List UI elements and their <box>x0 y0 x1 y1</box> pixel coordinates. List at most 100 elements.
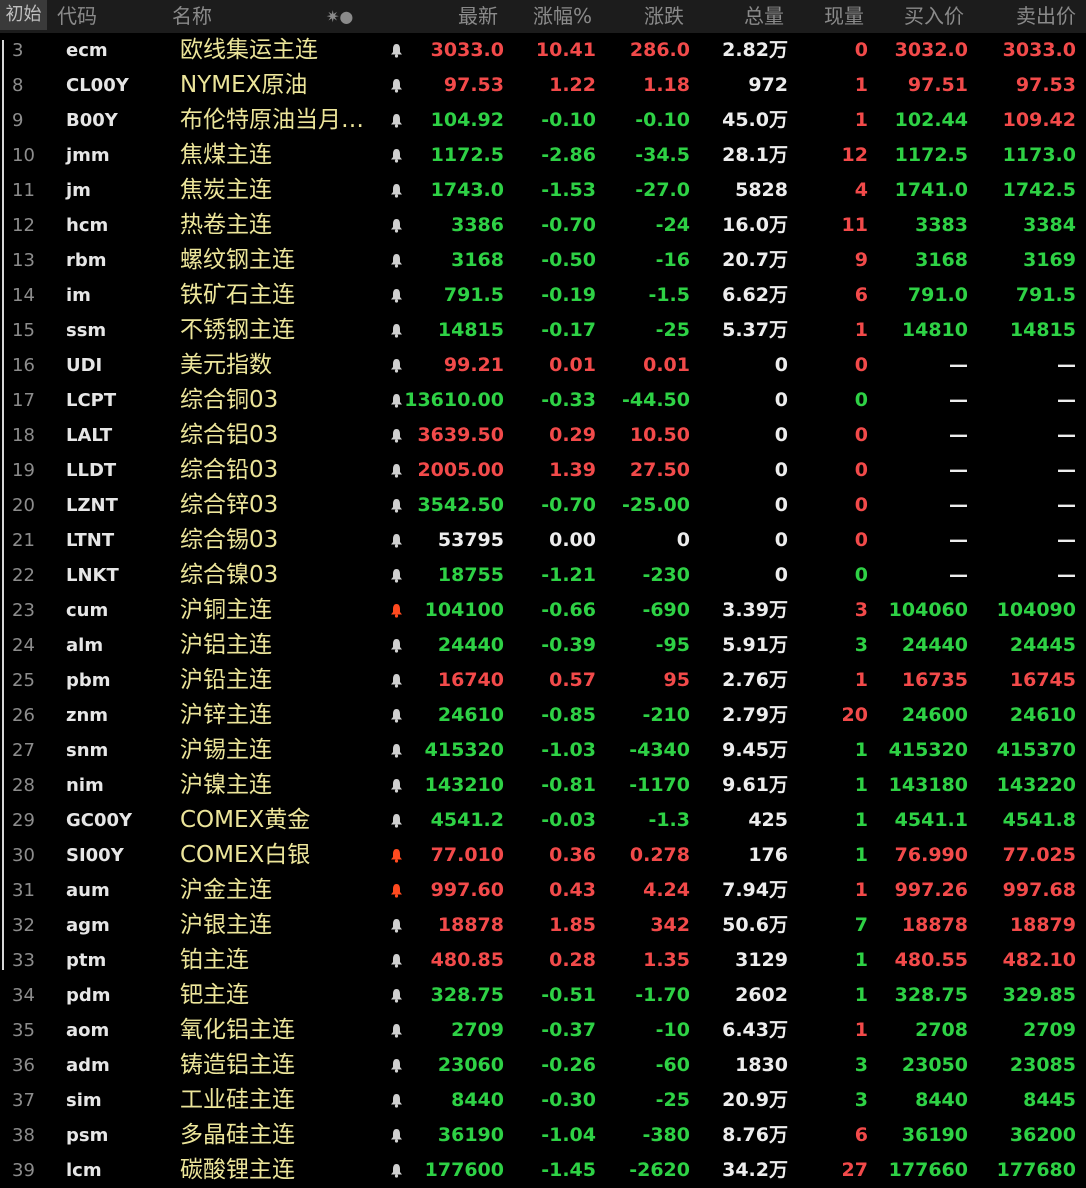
alert-bell-icon[interactable] <box>388 593 404 628</box>
change-percent: 1.85 <box>549 914 596 936</box>
table-row[interactable]: 8 CL00Y NYMEX原油 97.53 1.22 1.18 972 1 97.51 97.53 <box>0 68 1086 103</box>
alert-bell-icon[interactable] <box>388 33 404 68</box>
table-row[interactable]: 36 adm 铸造铝主连 23060 -0.26 -60 1830 3 23050 23085 <box>0 1048 1086 1083</box>
header-cur[interactable]: 现量 <box>790 0 864 33</box>
header-bid[interactable]: 买入价 <box>870 0 964 33</box>
table-row[interactable]: 23 cum 沪铜主连 104100 -0.66 -690 3.39万 3 104060 1040… <box>0 593 1086 628</box>
change-amount: -210 <box>642 704 690 726</box>
alert-bell-icon[interactable] <box>388 103 404 138</box>
table-row[interactable]: 16 UDI 美元指数 99.21 0.01 0.01 0 0 — — <box>0 348 1086 383</box>
symbol-code: agm <box>66 915 110 936</box>
change-amount: -16 <box>655 249 690 271</box>
alert-bell-icon[interactable] <box>388 1013 404 1048</box>
table-row[interactable]: 18 LALT 综合铝03 3639.50 0.29 10.50 0 0 — — <box>0 418 1086 453</box>
alert-bell-icon[interactable] <box>388 313 404 348</box>
alert-bell-icon[interactable] <box>388 733 404 768</box>
table-row[interactable]: 3 ecm 欧线集运主连 3033.0 10.41 286.0 2.82万 0 3032.0 30… <box>0 33 1086 68</box>
header-star-icon[interactable]: ✷● <box>326 0 353 33</box>
alert-bell-icon[interactable] <box>388 838 404 873</box>
alert-bell-icon[interactable] <box>388 978 404 1013</box>
alert-bell-icon[interactable] <box>388 68 404 103</box>
table-row[interactable]: 33 ptm 铂主连 480.85 0.28 1.35 3129 1 480.55 482.10 <box>0 943 1086 978</box>
alert-bell-icon[interactable] <box>388 383 404 418</box>
table-row[interactable]: 38 psm 多晶硅主连 36190 -1.04 -380 8.76万 6 36190 36200 <box>0 1118 1086 1153</box>
row-number: 38 <box>12 1125 35 1146</box>
table-row[interactable]: 9 B00Y 布伦特原油当月… 104.92 -0.10 -0.10 45.0万 1 102.4… <box>0 103 1086 138</box>
header-code[interactable]: 代码 <box>57 0 97 33</box>
total-volume: 0 <box>774 389 788 411</box>
symbol-code: snm <box>66 740 109 761</box>
table-row[interactable]: 10 jmm 焦煤主连 1172.5 -2.86 -34.5 28.1万 12 1172.5 11… <box>0 138 1086 173</box>
table-row[interactable]: 25 pbm 沪铅主连 16740 0.57 95 2.76万 1 16735 16745 <box>0 663 1086 698</box>
ask-price: 1173.0 <box>1002 144 1076 166</box>
table-row[interactable]: 11 jm 焦炭主连 1743.0 -1.53 -27.0 5828 4 1741.0 1742.… <box>0 173 1086 208</box>
table-row[interactable]: 22 LNKT 综合镍03 18755 -1.21 -230 0 0 — — <box>0 558 1086 593</box>
header-ask[interactable]: 卖出价 <box>970 0 1076 33</box>
table-row[interactable]: 37 sim 工业硅主连 8440 -0.30 -25 20.9万 3 8440 8445 <box>0 1083 1086 1118</box>
table-row[interactable]: 14 im 铁矿石主连 791.5 -0.19 -1.5 6.62万 6 791.0 791.5 <box>0 278 1086 313</box>
alert-bell-icon[interactable] <box>388 453 404 488</box>
alert-bell-icon[interactable] <box>388 558 404 593</box>
table-row[interactable]: 19 LLDT 综合铅03 2005.00 1.39 27.50 0 0 — — <box>0 453 1086 488</box>
header-vol[interactable]: 总量 <box>700 0 784 33</box>
table-row[interactable]: 20 LZNT 综合锌03 3542.50 -0.70 -25.00 0 0 — — <box>0 488 1086 523</box>
symbol-code: rbm <box>66 250 107 271</box>
table-row[interactable]: 27 snm 沪锡主连 415320 -1.03 -4340 9.45万 1 415320 415… <box>0 733 1086 768</box>
alert-bell-icon[interactable] <box>388 803 404 838</box>
table-row[interactable]: 15 ssm 不锈钢主连 14815 -0.17 -25 5.37万 1 14810 14815 <box>0 313 1086 348</box>
header-name[interactable]: 名称 <box>172 0 212 33</box>
table-row[interactable]: 12 hcm 热卷主连 3386 -0.70 -24 16.0万 11 3383 3384 <box>0 208 1086 243</box>
alert-bell-icon[interactable] <box>388 663 404 698</box>
alert-bell-icon[interactable] <box>388 908 404 943</box>
row-number: 25 <box>12 670 35 691</box>
alert-bell-icon[interactable] <box>388 243 404 278</box>
table-row[interactable]: 34 pdm 钯主连 328.75 -0.51 -1.70 2602 1 328.75 329.8… <box>0 978 1086 1013</box>
table-row[interactable]: 21 LTNT 综合锡03 53795 0.00 0 0 0 — — <box>0 523 1086 558</box>
header-last[interactable]: 最新 <box>404 0 498 33</box>
change-amount: 1.35 <box>643 949 690 971</box>
alert-bell-icon[interactable] <box>388 523 404 558</box>
table-row[interactable]: 24 alm 沪铝主连 24440 -0.39 -95 5.91万 3 24440 24445 <box>0 628 1086 663</box>
alert-bell-icon[interactable] <box>388 943 404 978</box>
alert-bell-icon[interactable] <box>388 418 404 453</box>
alert-bell-icon[interactable] <box>388 1083 404 1118</box>
table-row[interactable]: 29 GC00Y COMEX黄金 4541.2 -0.03 -1.3 425 1 4541.1 4… <box>0 803 1086 838</box>
table-row[interactable]: 28 nim 沪镍主连 143210 -0.81 -1170 9.61万 1 143180 143… <box>0 768 1086 803</box>
header-chg[interactable]: 涨跌 <box>600 0 684 33</box>
alert-bell-icon[interactable] <box>388 768 404 803</box>
initial-sort-button[interactable]: 初始 <box>0 0 47 30</box>
alert-bell-icon[interactable] <box>388 278 404 313</box>
table-row[interactable]: 35 aom 氧化铝主连 2709 -0.37 -10 6.43万 1 2708 2709 <box>0 1013 1086 1048</box>
last-price: 1743.0 <box>430 179 504 201</box>
alert-bell-icon[interactable] <box>388 628 404 663</box>
alert-bell-icon[interactable] <box>388 1118 404 1153</box>
alert-bell-icon[interactable] <box>388 873 404 908</box>
table-row[interactable]: 17 LCPT 综合铜03 13610.00 -0.33 -44.50 0 0 — — <box>0 383 1086 418</box>
total-volume: 6.62万 <box>722 284 788 306</box>
table-row[interactable]: 26 znm 沪锌主连 24610 -0.85 -210 2.79万 20 24600 24610 <box>0 698 1086 733</box>
alert-bell-icon[interactable] <box>388 698 404 733</box>
change-percent: 1.39 <box>549 459 596 481</box>
change-percent: -0.51 <box>541 984 596 1006</box>
change-percent: -0.30 <box>541 1089 596 1111</box>
total-volume: 20.7万 <box>722 249 788 271</box>
table-row[interactable]: 13 rbm 螺纹钢主连 3168 -0.50 -16 20.7万 9 3168 3169 <box>0 243 1086 278</box>
symbol-code: SI00Y <box>66 845 124 866</box>
table-row[interactable]: 32 agm 沪银主连 18878 1.85 342 50.6万 7 18878 18879 <box>0 908 1086 943</box>
alert-bell-icon[interactable] <box>388 173 404 208</box>
header-pct[interactable]: 涨幅% <box>510 0 592 33</box>
bid-price: 143180 <box>888 774 968 796</box>
alert-bell-icon[interactable] <box>388 208 404 243</box>
alert-bell-icon[interactable] <box>388 1048 404 1083</box>
alert-bell-icon[interactable] <box>388 488 404 523</box>
change-amount: -230 <box>642 564 690 586</box>
table-row[interactable]: 30 SI00Y COMEX白银 77.010 0.36 0.278 176 1 76.990 7… <box>0 838 1086 873</box>
alert-bell-icon[interactable] <box>388 348 404 383</box>
table-row[interactable]: 31 aum 沪金主连 997.60 0.43 4.24 7.94万 1 997.26 997.6… <box>0 873 1086 908</box>
change-amount: -34.5 <box>635 144 690 166</box>
last-price: 14815 <box>437 319 504 341</box>
ask-price: 36200 <box>1009 1124 1076 1146</box>
current-volume: 3 <box>854 1089 868 1111</box>
alert-bell-icon[interactable] <box>388 138 404 173</box>
symbol-name: 欧线集运主连 <box>180 37 318 63</box>
